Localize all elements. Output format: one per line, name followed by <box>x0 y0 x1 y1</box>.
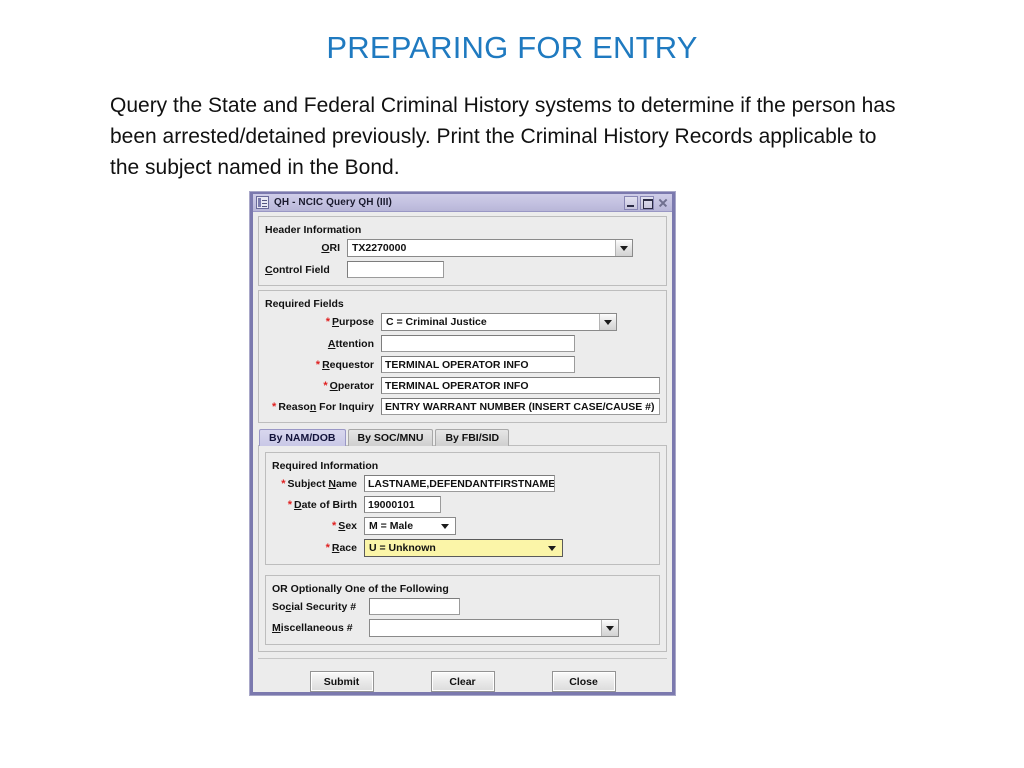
required-asterisk-icon: * <box>272 400 277 413</box>
label-ori: ORI <box>321 242 340 254</box>
race-value: U = Unknown <box>369 542 436 554</box>
label-purpose: * Purpose <box>325 316 374 328</box>
page-body-text: Query the State and Federal Criminal His… <box>110 94 896 179</box>
field-row-ori: ORI TX2270000 <box>265 239 660 257</box>
purpose-value: C = Criminal Justice <box>386 316 487 328</box>
required-asterisk-icon: * <box>323 379 328 392</box>
field-row-requestor: * Requestor TERMINAL OPERATOR INFO <box>265 356 660 373</box>
control-field-input[interactable] <box>347 261 444 278</box>
tab-by-nam-dob[interactable]: By NAM/DOB <box>259 429 346 446</box>
required-asterisk-icon: * <box>287 498 292 511</box>
label-control-field: Control Field <box>265 263 330 276</box>
field-row-operator: * Operator TERMINAL OPERATOR INFO <box>265 377 660 394</box>
label-date-of-birth: * Date of Birth <box>287 498 357 511</box>
date-of-birth-input[interactable]: 19000101 <box>364 496 441 513</box>
dialog-title: QH - NCIC Query QH (III) <box>274 197 392 208</box>
dialog-body: Header Information ORI TX2270000 Control… <box>253 212 672 692</box>
chevron-down-icon[interactable] <box>601 620 618 636</box>
chevron-down-icon[interactable] <box>435 518 455 534</box>
label-reason-for-inquiry: * Reason For Inquiry <box>272 400 374 413</box>
chevron-down-icon[interactable] <box>599 314 616 330</box>
group-legend-optional-identifiers: OR Optionally One of the Following <box>269 583 453 595</box>
page-title: PREPARING FOR ENTRY <box>326 30 698 65</box>
ori-value: TX2270000 <box>352 242 407 254</box>
group-required-information: Required Information * Subject Name LASTN… <box>265 452 660 565</box>
required-asterisk-icon: * <box>325 316 330 328</box>
chevron-down-icon[interactable] <box>615 240 632 256</box>
social-security-input[interactable] <box>369 598 460 615</box>
group-legend-header-information: Header Information <box>262 224 366 236</box>
group-required-fields: Required Fields * Purpose C = Criminal Ju… <box>258 290 667 423</box>
required-asterisk-icon: * <box>281 477 286 490</box>
field-row-race: * Race U = Unknown <box>272 539 653 557</box>
required-asterisk-icon: * <box>315 358 321 371</box>
ncic-query-dialog: QH - NCIC Query QH (III) Header Informat… <box>250 192 675 695</box>
ori-combo[interactable]: TX2270000 <box>347 239 633 257</box>
field-row-control-field: Control Field <box>265 261 660 278</box>
subject-name-input[interactable]: LASTNAME,DEFENDANTFIRSTNAME <box>364 475 555 492</box>
field-row-miscellaneous: Miscellaneous # <box>272 619 653 637</box>
close-button[interactable]: Close <box>551 671 616 692</box>
dialog-titlebar[interactable]: QH - NCIC Query QH (III) <box>253 194 672 212</box>
group-optional-identifiers: OR Optionally One of the Following Socia… <box>265 575 660 645</box>
maximize-icon[interactable] <box>640 195 654 210</box>
field-row-purpose: * Purpose C = Criminal Justice <box>265 313 660 331</box>
window-document-icon <box>256 196 269 209</box>
tab-by-soc-mnu[interactable]: By SOC/MNU <box>347 429 434 446</box>
race-combo[interactable]: U = Unknown <box>364 539 563 557</box>
attention-input[interactable] <box>381 335 575 352</box>
label-social-security: Social Security # <box>272 600 357 613</box>
purpose-combo[interactable]: C = Criminal Justice <box>381 313 617 331</box>
label-requestor: * Requestor <box>315 358 374 371</box>
tab-by-fbi-sid[interactable]: By FBI/SID <box>435 429 510 446</box>
dialog-button-bar: Submit Clear Close <box>258 658 667 702</box>
sex-value: M = Male <box>369 520 414 532</box>
label-sex: * Sex <box>332 520 357 532</box>
clear-button[interactable]: Clear <box>430 671 495 692</box>
close-icon[interactable] <box>656 196 670 210</box>
field-row-reason-for-inquiry: * Reason For Inquiry ENTRY WARRANT NUMBER… <box>265 398 660 415</box>
miscellaneous-combo[interactable] <box>369 619 619 637</box>
required-asterisk-icon: * <box>325 542 330 554</box>
label-miscellaneous: Miscellaneous # <box>272 622 353 634</box>
field-row-sex: * Sex M = Male <box>272 517 653 535</box>
window-controls <box>624 195 670 210</box>
tab-panel-by-nam-dob: Required Information * Subject Name LASTN… <box>258 445 667 652</box>
reason-for-inquiry-input[interactable]: ENTRY WARRANT NUMBER (INSERT CASE/CAUSE … <box>381 398 660 415</box>
label-race: * Race <box>325 542 357 554</box>
label-attention: Attention <box>327 337 374 350</box>
group-legend-required-fields: Required Fields <box>262 298 348 310</box>
sex-combo[interactable]: M = Male <box>364 517 456 535</box>
label-subject-name: * Subject Name <box>281 477 357 490</box>
operator-input[interactable]: TERMINAL OPERATOR INFO <box>381 377 660 394</box>
chevron-down-icon[interactable] <box>542 540 562 556</box>
search-mode-tabs: By NAM/DOB By SOC/MNU By FBI/SID <box>259 429 667 446</box>
group-legend-required-information: Required Information <box>269 460 383 472</box>
label-operator: * Operator <box>323 379 374 392</box>
submit-button[interactable]: Submit <box>309 671 374 692</box>
required-asterisk-icon: * <box>332 520 337 532</box>
minimize-icon[interactable] <box>624 195 638 210</box>
field-row-date-of-birth: * Date of Birth 19000101 <box>272 496 653 513</box>
field-row-social-security: Social Security # <box>272 598 653 615</box>
requestor-input[interactable]: TERMINAL OPERATOR INFO <box>381 356 575 373</box>
group-header-information: Header Information ORI TX2270000 Control… <box>258 216 667 286</box>
field-row-subject-name: * Subject Name LASTNAME,DEFENDANTFIRSTNAM… <box>272 475 653 492</box>
field-row-attention: Attention <box>265 335 660 352</box>
